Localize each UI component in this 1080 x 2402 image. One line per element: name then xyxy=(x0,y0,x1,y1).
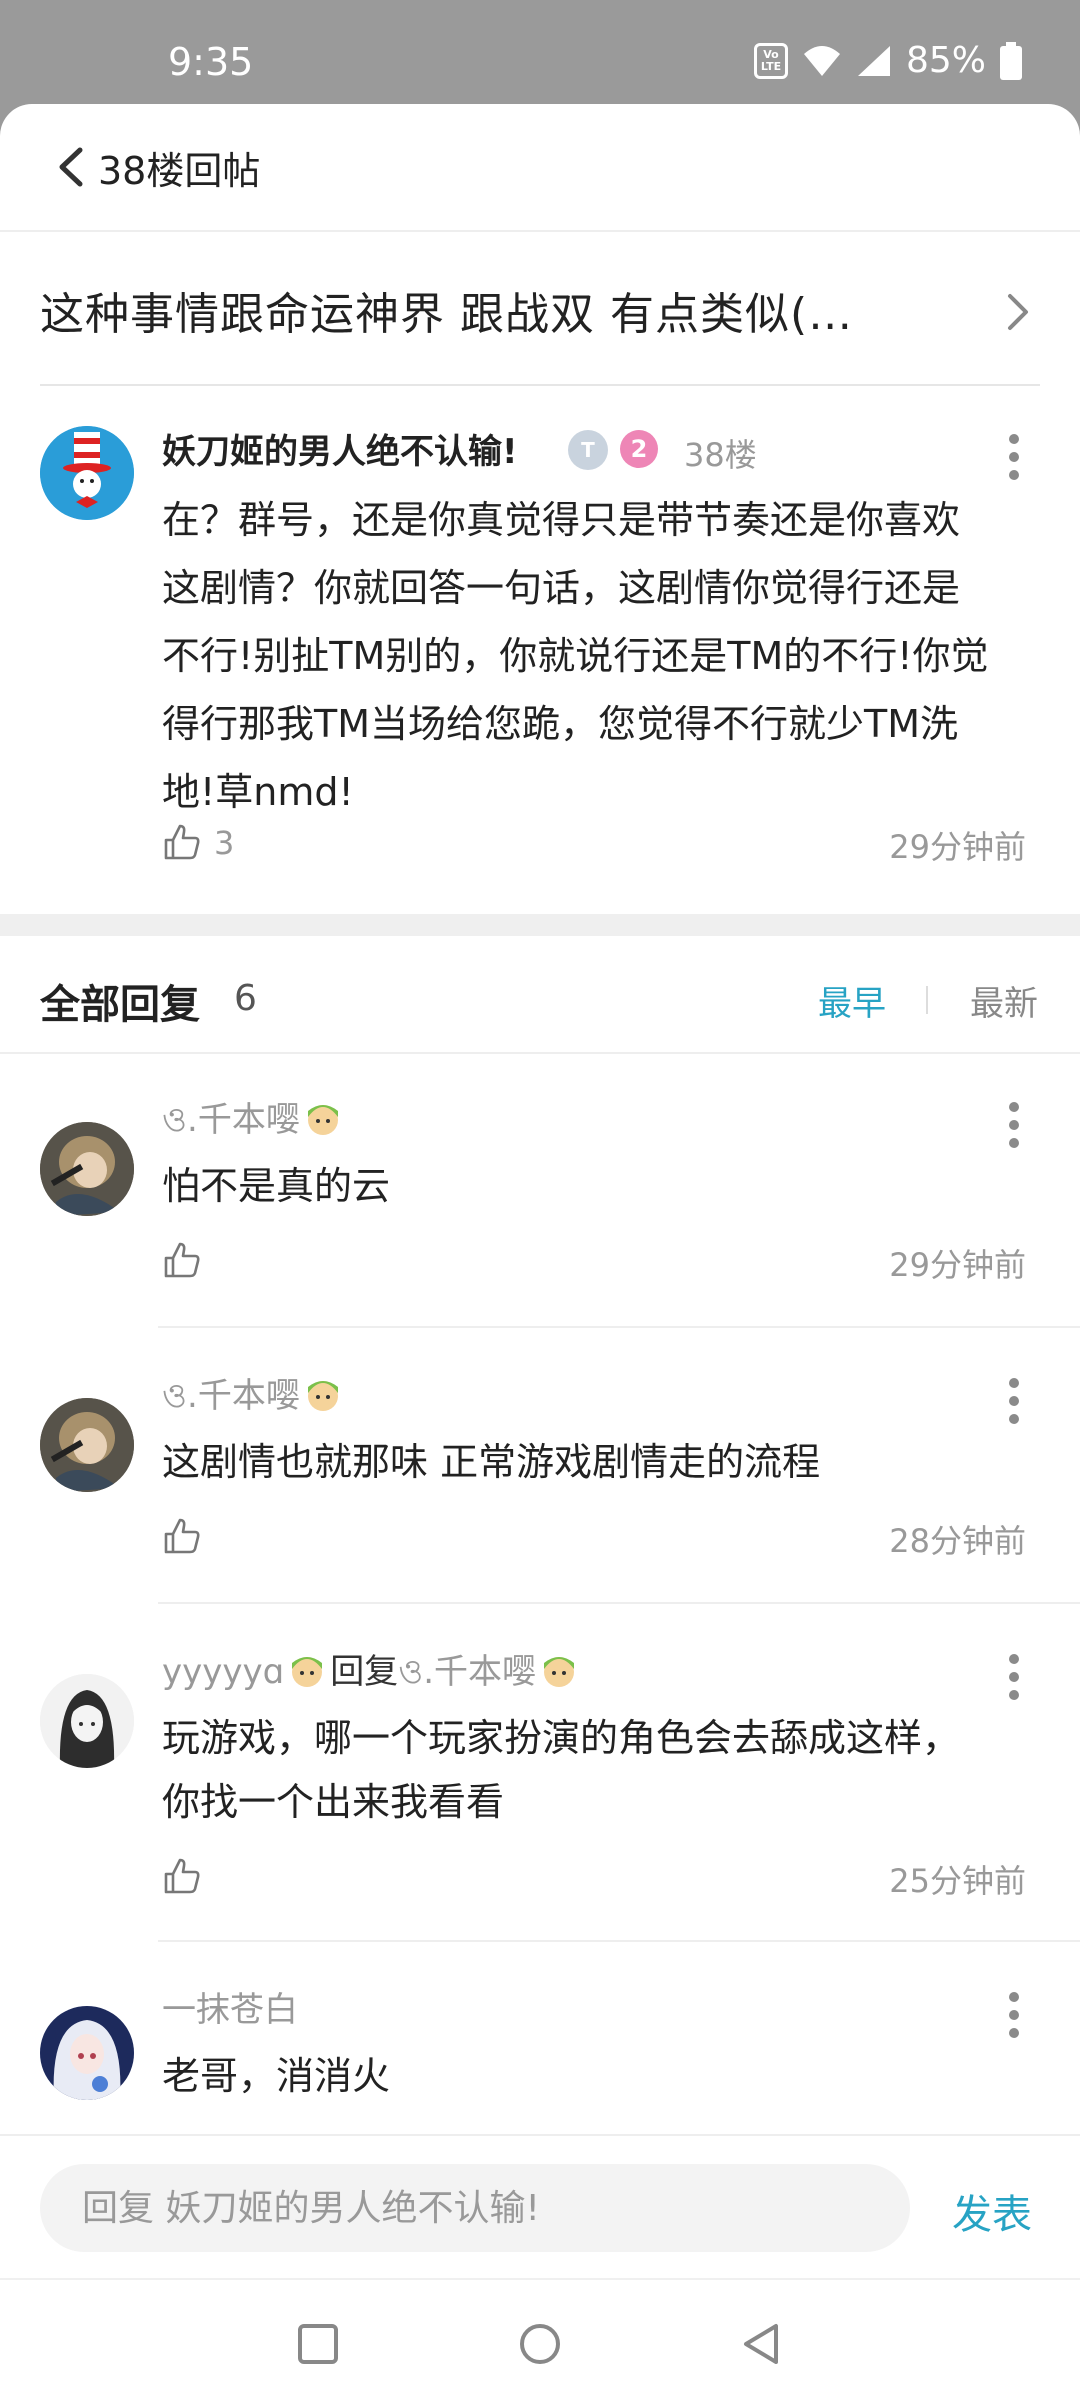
reply-author-line: ও.千本嘤 xyxy=(162,1368,346,1427)
back-icon[interactable] xyxy=(740,2322,784,2366)
reply-time: 29分钟前 xyxy=(889,1246,1026,1284)
level-badge: 2 xyxy=(620,430,658,468)
green-hair-emoji-icon xyxy=(307,1381,338,1411)
sketch-girl-avatar-icon xyxy=(40,1674,134,1768)
replies-title: 全部回复 xyxy=(40,982,200,1028)
reply-item: yyyyyɑ 回复ও.千本嘤 玩游戏，哪一个玩家扮演的角色会去舔成这样， 你找一个… xyxy=(0,1606,1080,1942)
reply-input[interactable] xyxy=(40,2164,910,2252)
avatar[interactable] xyxy=(40,1674,134,1768)
recent-apps-icon[interactable] xyxy=(296,2322,340,2366)
reply-to-label: 回复 xyxy=(330,1652,399,1692)
reply-author[interactable]: yyyyyɑ xyxy=(162,1652,284,1692)
status-time: 9:35 xyxy=(168,40,254,84)
reply-author-line: yyyyyɑ 回复ও.千本嘤 xyxy=(162,1644,582,1703)
like-count: 3 xyxy=(214,824,235,862)
post-author[interactable]: 妖刀姬的男人绝不认输! xyxy=(162,424,518,473)
reply-author-line: 一抹苍白 xyxy=(162,1982,298,2031)
replies-header: 全部回复 6 最早 最新 xyxy=(0,936,1080,1054)
reply-sheet: 38楼回帖 这种事情跟命运神界 跟战双 有点类似(… 妖刀姬的男人绝不认输! T… xyxy=(0,104,1080,2278)
green-hair-emoji-icon xyxy=(544,1657,575,1687)
anime-girl-avatar-icon xyxy=(40,1398,134,1492)
reply-line: 玩游戏，哪一个玩家扮演的角色会去舔成这样， xyxy=(162,1716,961,1760)
green-hair-emoji-icon xyxy=(307,1105,338,1135)
post-line: 得行那我TM当场给您跪，您觉得不行就少TM洗 xyxy=(162,702,958,746)
wifi-icon xyxy=(803,45,840,76)
divider xyxy=(926,986,928,1014)
reply-input-bar: 发表 xyxy=(0,2134,1080,2278)
status-bar: 9:35 Vo LTE 85% xyxy=(0,0,1080,104)
avatar[interactable] xyxy=(40,1122,134,1216)
battery-percent: 85% xyxy=(905,40,986,81)
avatar[interactable] xyxy=(40,2006,134,2100)
green-hair-emoji-icon xyxy=(292,1657,323,1687)
member-badge-icon: T xyxy=(568,430,608,470)
reply-item: ও.千本嘤 怕不是真的云 29分钟前 xyxy=(0,1054,1080,1328)
reply-line: 这剧情也就那味 正常游戏剧情走的流程 xyxy=(162,1440,821,1484)
battery-icon xyxy=(1000,41,1022,80)
anime-girl-avatar-icon xyxy=(40,1122,134,1216)
replies-count: 6 xyxy=(234,978,257,1019)
thumbs-up-icon[interactable] xyxy=(162,1516,202,1556)
white-hair-girl-avatar-icon xyxy=(40,2006,134,2100)
reply-line: 老哥，消消火 xyxy=(162,2054,391,2098)
reply-item: ও.千本嘤 这剧情也就那味 正常游戏剧情走的流程 28分钟前 xyxy=(0,1330,1080,1604)
divider xyxy=(158,1602,1080,1604)
divider xyxy=(158,1940,1080,1942)
reply-author[interactable]: ও.千本嘤 xyxy=(162,1100,300,1140)
top-bar: 38楼回帖 xyxy=(0,104,1080,232)
page-title: 38楼回帖 xyxy=(98,149,261,193)
signal-icon xyxy=(857,45,890,76)
reply-content: 这剧情也就那味 正常游戏剧情走的流程 xyxy=(162,1430,1042,1494)
thread-link[interactable]: 这种事情跟命运神界 跟战双 有点类似(… xyxy=(0,232,1080,382)
floor-number: 38楼 xyxy=(684,436,757,474)
reply-content: 玩游戏，哪一个玩家扮演的角色会去舔成这样， 你找一个出来我看看 xyxy=(162,1706,1042,1834)
more-options-icon[interactable] xyxy=(1004,1654,1024,1700)
avatar[interactable] xyxy=(40,426,134,520)
floor-post: 妖刀姬的男人绝不认输! T 2 38楼 在？群号，还是你真觉得只是带节奏还是你喜… xyxy=(0,386,1080,914)
cat-in-hat-avatar-icon xyxy=(40,426,134,520)
reply-content: 老哥，消消火 xyxy=(162,2044,1042,2108)
thread-title[interactable]: 这种事情跟命运神界 跟战双 有点类似(… xyxy=(40,278,940,342)
reply-line: 怕不是真的云 xyxy=(162,1164,391,1208)
reply-author[interactable]: ও.千本嘤 xyxy=(162,1376,300,1416)
more-options-icon[interactable] xyxy=(1004,1992,1024,2038)
back-arrow-icon[interactable] xyxy=(52,144,92,190)
reply-to-user[interactable]: ও.千本嘤 xyxy=(398,1652,536,1692)
post-line: 在？群号，还是你真觉得只是带节奏还是你喜欢 xyxy=(162,498,961,542)
thumbs-up-icon[interactable] xyxy=(162,822,202,862)
more-options-icon[interactable] xyxy=(1004,1102,1024,1148)
section-separator xyxy=(0,914,1080,936)
send-button[interactable]: 发表 xyxy=(952,2182,1032,2240)
volte-icon: Vo LTE xyxy=(753,42,788,79)
post-line: 这剧情？你就回答一句话，这剧情你觉得行还是 xyxy=(162,566,961,610)
chevron-right-icon[interactable] xyxy=(1006,292,1030,332)
post-line: 不行!别扯TM别的，你就说行还是TM的不行!你觉 xyxy=(162,634,989,678)
avatar[interactable] xyxy=(40,1398,134,1492)
home-icon[interactable] xyxy=(518,2322,562,2366)
post-time: 29分钟前 xyxy=(889,828,1026,866)
more-options-icon[interactable] xyxy=(1004,434,1024,480)
status-icons: Vo LTE 85% xyxy=(753,40,1022,81)
sort-latest-tab[interactable]: 最新 xyxy=(970,976,1038,1025)
post-content: 在？群号，还是你真觉得只是带节奏还是你喜欢 这剧情？你就回答一句话，这剧情你觉得… xyxy=(162,486,1042,826)
thumbs-up-icon[interactable] xyxy=(162,1856,202,1896)
reply-content: 怕不是真的云 xyxy=(162,1154,1042,1218)
reply-time: 28分钟前 xyxy=(889,1522,1026,1560)
post-line: 地!草nmd! xyxy=(162,770,354,814)
reply-author[interactable]: 一抹苍白 xyxy=(162,1990,298,2030)
system-navigation-bar xyxy=(0,2278,1080,2402)
more-options-icon[interactable] xyxy=(1004,1378,1024,1424)
reply-author-line: ও.千本嘤 xyxy=(162,1092,346,1151)
reply-time: 25分钟前 xyxy=(889,1862,1026,1900)
divider xyxy=(158,1326,1080,1328)
thumbs-up-icon[interactable] xyxy=(162,1240,202,1280)
sort-earliest-tab[interactable]: 最早 xyxy=(818,976,886,1025)
reply-line: 你找一个出来我看看 xyxy=(162,1780,505,1824)
